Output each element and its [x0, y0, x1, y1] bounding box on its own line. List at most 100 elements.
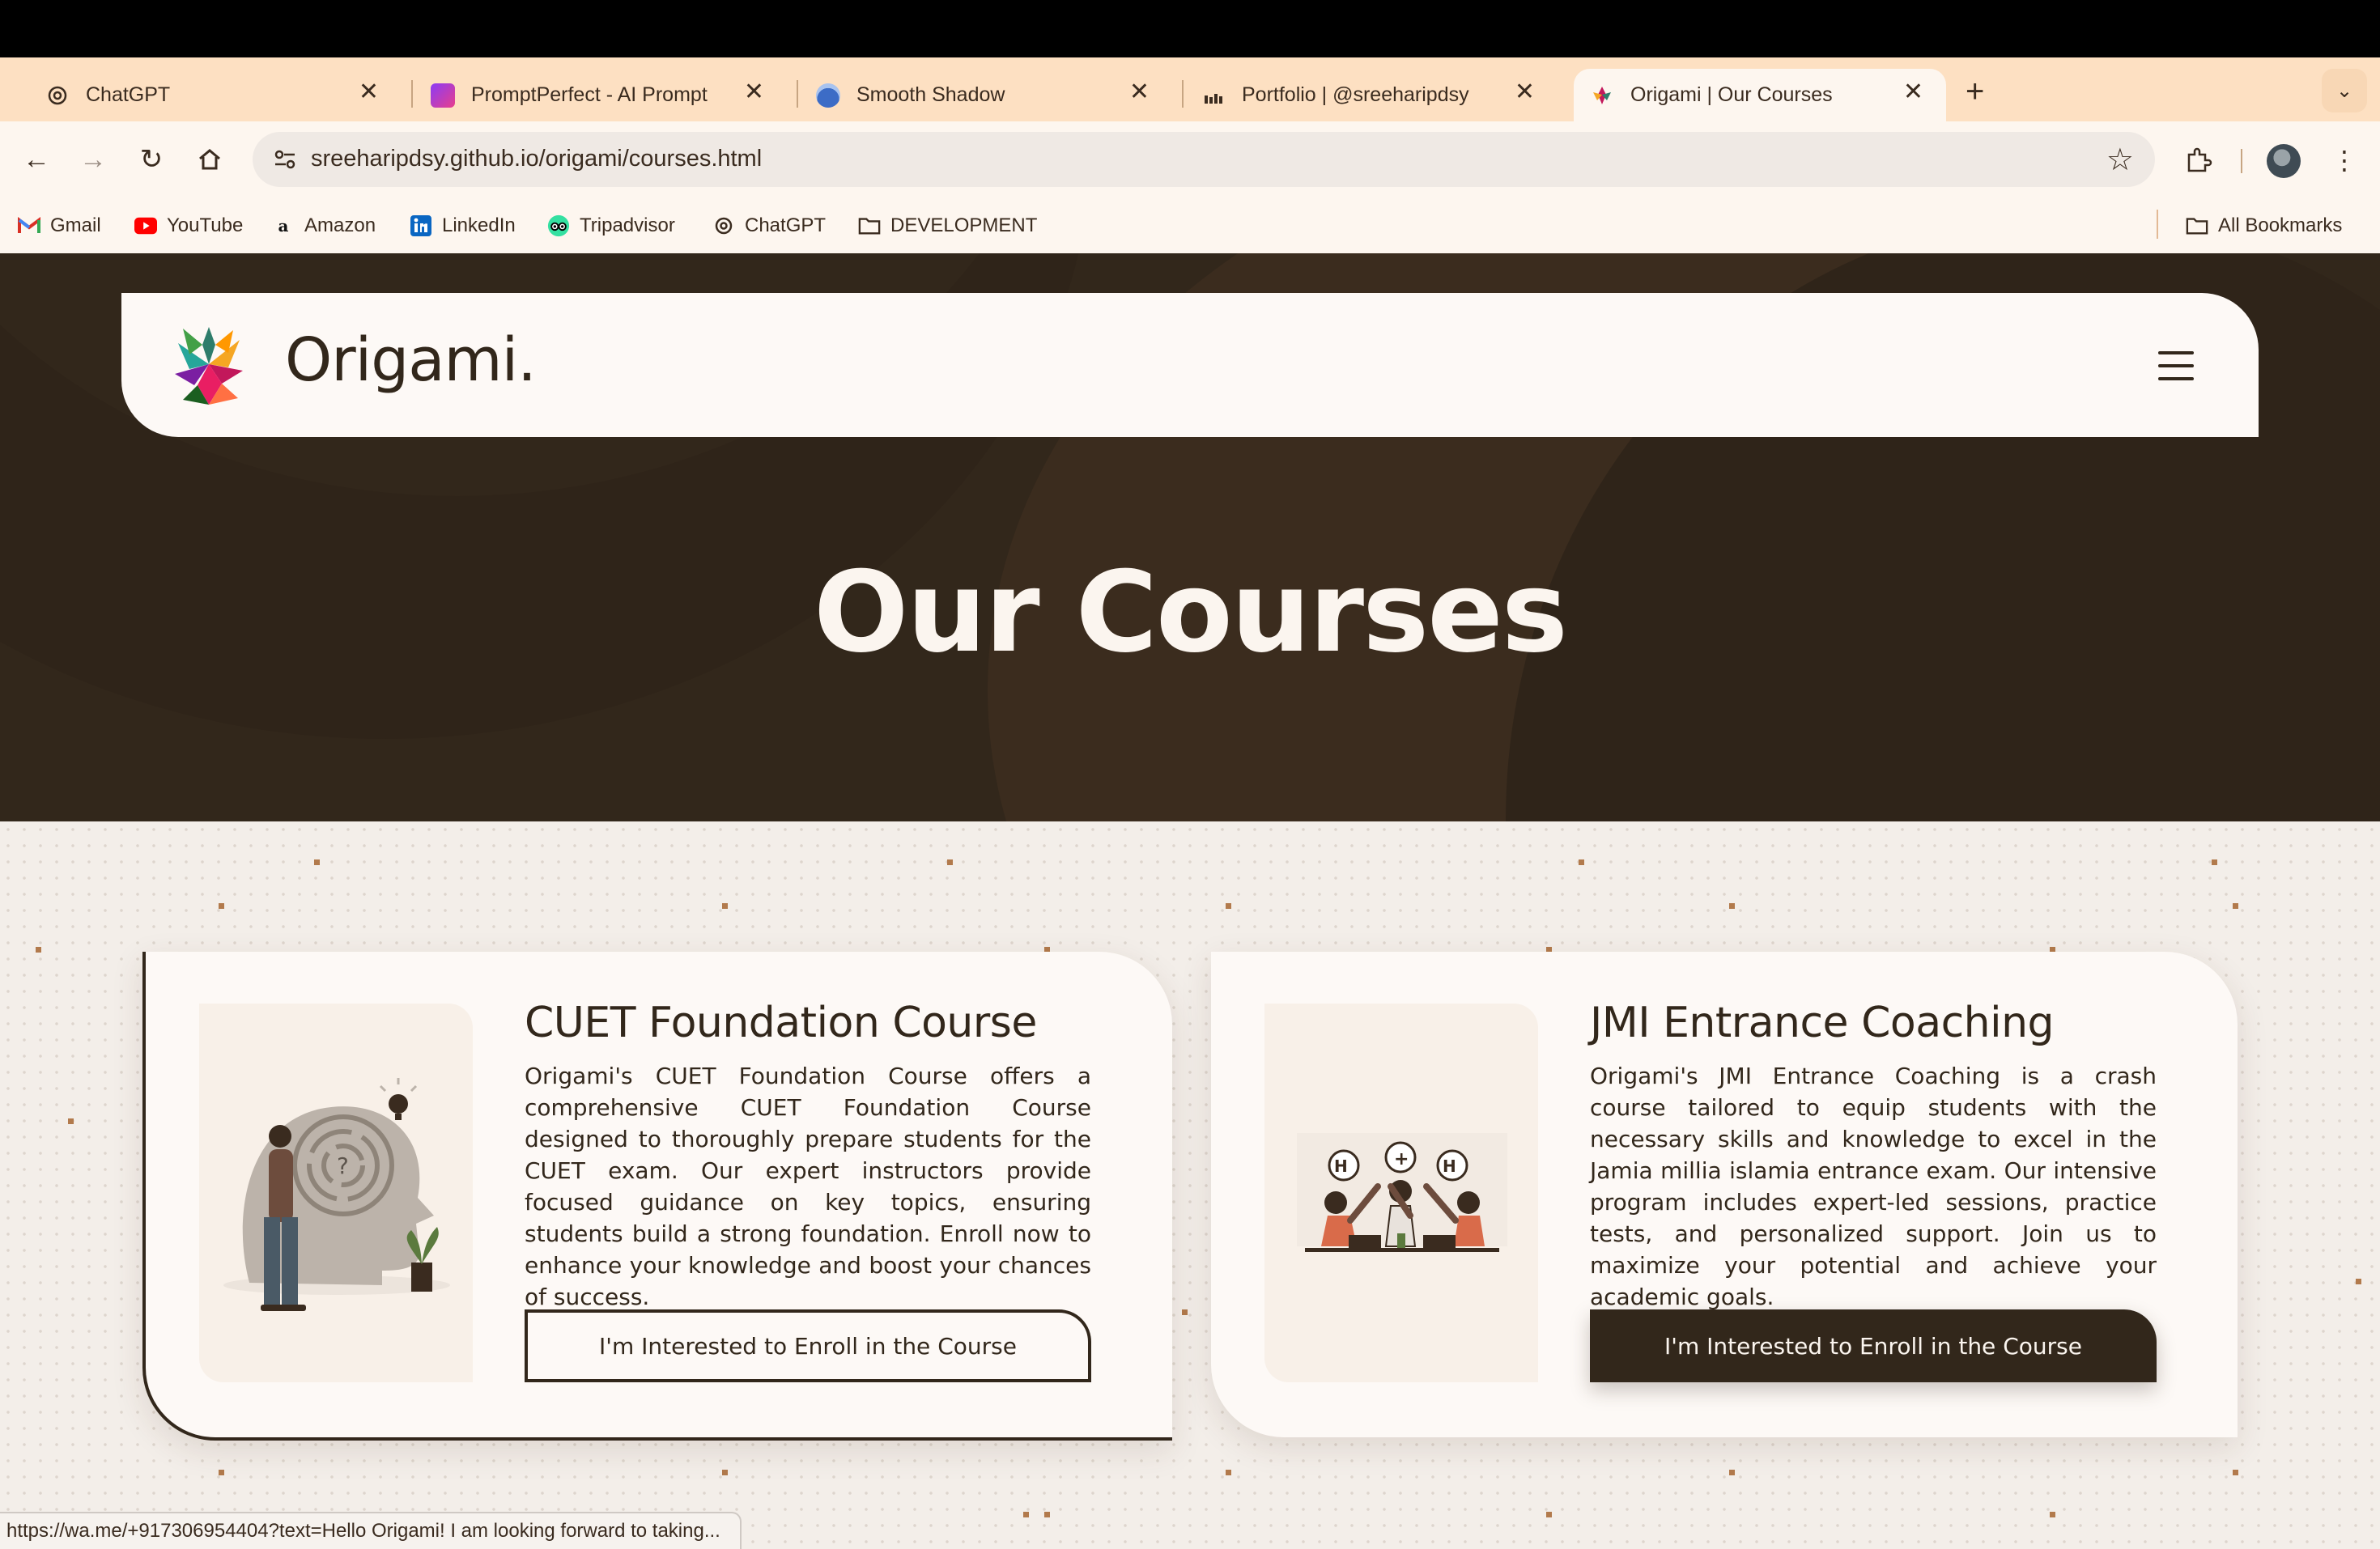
decor-dot [1044, 1512, 1050, 1517]
reload-button[interactable]: ↻ [131, 139, 172, 180]
new-tab-button[interactable]: + [1966, 74, 1984, 110]
back-button[interactable]: ← [16, 139, 57, 180]
kebab-menu-icon: ⋮ [2331, 146, 2357, 175]
site-info-icon[interactable] [269, 143, 301, 176]
chevron-down-icon: ⌄ [2335, 79, 2353, 102]
profile-avatar[interactable] [2267, 144, 2301, 178]
decor-dot [2233, 903, 2238, 909]
svg-text:H: H [1334, 1156, 1348, 1176]
chatgpt-icon [712, 214, 735, 237]
course-illustration-teamwork: H + H [1264, 1004, 1538, 1382]
tab-title: Origami | Our Courses [1630, 83, 1833, 106]
bookmark-label: Gmail [50, 214, 101, 236]
tab-promptperfect[interactable]: PromptPerfect - AI Prompt Generator ✕ [414, 69, 787, 121]
decor-dot [1226, 1470, 1231, 1475]
tab-search-button[interactable]: ⌄ [2322, 69, 2367, 112]
tab-portfolio[interactable]: Portfolio | @sreeharipdsy ✕ [1185, 69, 1558, 121]
decor-dot [947, 859, 953, 865]
course-description: Origami's CUET Foundation Course offers … [525, 1063, 1091, 1310]
tripadvisor-icon [547, 214, 570, 237]
smooth-shadow-icon [816, 83, 840, 108]
tab-title: ChatGPT [86, 83, 171, 106]
page-title: Our Courses [814, 547, 1568, 677]
tab-origami-courses[interactable]: Origami | Our Courses ✕ [1574, 69, 1946, 121]
bookmark-label: LinkedIn [442, 214, 516, 236]
svg-text:?: ? [337, 1152, 349, 1179]
bookmark-label: DEVELOPMENT [890, 214, 1038, 236]
link-status-bar: https://wa.me/+917306954404?text=Hello O… [0, 1512, 742, 1549]
address-bar[interactable]: sreeharipdsy.github.io/origami/courses.h… [253, 132, 2155, 187]
toolbar-divider [2241, 149, 2242, 173]
decor-dot [1729, 903, 1735, 909]
bookmarks-bar: Gmail YouTube a Amazon LinkedIn Tripadvi… [0, 198, 2380, 253]
youtube-icon [134, 214, 157, 237]
all-bookmarks-label: All Bookmarks [2218, 214, 2343, 236]
bookmarks-divider [2157, 210, 2158, 239]
tab-strip: ChatGPT ✕ PromptPerfect - AI Prompt Gene… [0, 57, 2380, 121]
close-icon[interactable]: ✕ [1515, 80, 1535, 104]
hamburger-menu-icon[interactable] [2158, 351, 2194, 390]
svg-text:+: + [1394, 1149, 1409, 1169]
close-icon[interactable]: ✕ [359, 80, 379, 104]
course-title: JMI Entrance Coaching [1590, 999, 2055, 1047]
puzzle-icon [2187, 147, 2212, 172]
decor-dot [1226, 903, 1231, 909]
tab-title: PromptPerfect - AI Prompt Generator [471, 83, 714, 106]
origami-logo[interactable] [165, 320, 253, 411]
forward-button[interactable]: → [73, 139, 113, 180]
bookmark-development-folder[interactable]: DEVELOPMENT [858, 211, 1037, 240]
decor-dot [2050, 1512, 2055, 1517]
all-bookmarks-button[interactable]: All Bookmarks [2186, 211, 2342, 240]
gmail-icon [18, 214, 40, 237]
window-top-bar [0, 0, 2380, 57]
bookmark-linkedin[interactable]: LinkedIn [410, 211, 516, 240]
extensions-button[interactable] [2179, 141, 2218, 180]
tab-title: Portfolio | @sreeharipdsy [1242, 83, 1469, 106]
decor-dot [68, 1118, 74, 1124]
decor-dot [1546, 1512, 1552, 1517]
promptperfect-icon [431, 83, 455, 108]
folder-icon [2186, 214, 2208, 237]
tab-title: Smooth Shadow [856, 83, 1005, 106]
bookmark-youtube[interactable]: YouTube [134, 211, 243, 240]
tab-chatgpt[interactable]: ChatGPT ✕ [29, 69, 402, 121]
tab-separator [411, 80, 413, 108]
enroll-button[interactable]: I'm Interested to Enroll in the Course [525, 1309, 1091, 1382]
decor-dot [722, 1470, 728, 1475]
bookmark-tripadvisor[interactable]: Tripadvisor [547, 211, 675, 240]
arrow-right-icon: → [79, 143, 107, 175]
arrow-left-icon: ← [23, 143, 50, 175]
home-button[interactable] [189, 139, 230, 180]
decor-dot [722, 903, 728, 909]
decor-dot [2233, 1470, 2238, 1475]
home-icon [199, 149, 220, 170]
decor-dot [1579, 859, 1584, 865]
course-illustration-thinking: ? [199, 1004, 473, 1382]
linkedin-icon [410, 214, 432, 237]
close-icon[interactable]: ✕ [1129, 80, 1150, 104]
enroll-button[interactable]: I'm Interested to Enroll in the Course [1590, 1309, 2157, 1382]
tab-smooth-shadow[interactable]: Smooth Shadow ✕ [800, 69, 1172, 121]
browser-menu-button[interactable]: ⋮ [2325, 141, 2364, 180]
bookmark-label: YouTube [167, 214, 244, 236]
course-card-cuet: ? CUET Foundation Course Origami's CUET … [142, 952, 1172, 1441]
bookmark-gmail[interactable]: Gmail [18, 211, 101, 240]
brand-name[interactable]: Origami. [285, 325, 537, 395]
course-description: Origami's JMI Entrance Coaching is a cra… [1590, 1063, 2157, 1310]
decor-dot [314, 859, 320, 865]
amazon-icon: a [278, 216, 289, 236]
url-text[interactable]: sreeharipdsy.github.io/origami/courses.h… [311, 146, 762, 172]
browser-toolbar: ← → ↻ sreeharipdsy.github.io/origami/cou… [0, 121, 2380, 198]
close-icon[interactable]: ✕ [744, 80, 764, 104]
bookmark-chatgpt[interactable]: ChatGPT [712, 211, 826, 240]
chatgpt-icon [45, 83, 70, 108]
course-title: CUET Foundation Course [525, 999, 1037, 1047]
bookmark-amazon[interactable]: a Amazon [272, 211, 376, 240]
bookmark-star-icon[interactable]: ☆ [2106, 142, 2134, 178]
decor-dot [36, 947, 41, 953]
decor-dot [1182, 1309, 1188, 1315]
close-icon[interactable]: ✕ [1903, 80, 1923, 104]
origami-icon [1590, 83, 1614, 108]
decor-dot [2356, 1279, 2361, 1284]
bookmark-label: ChatGPT [745, 214, 827, 236]
